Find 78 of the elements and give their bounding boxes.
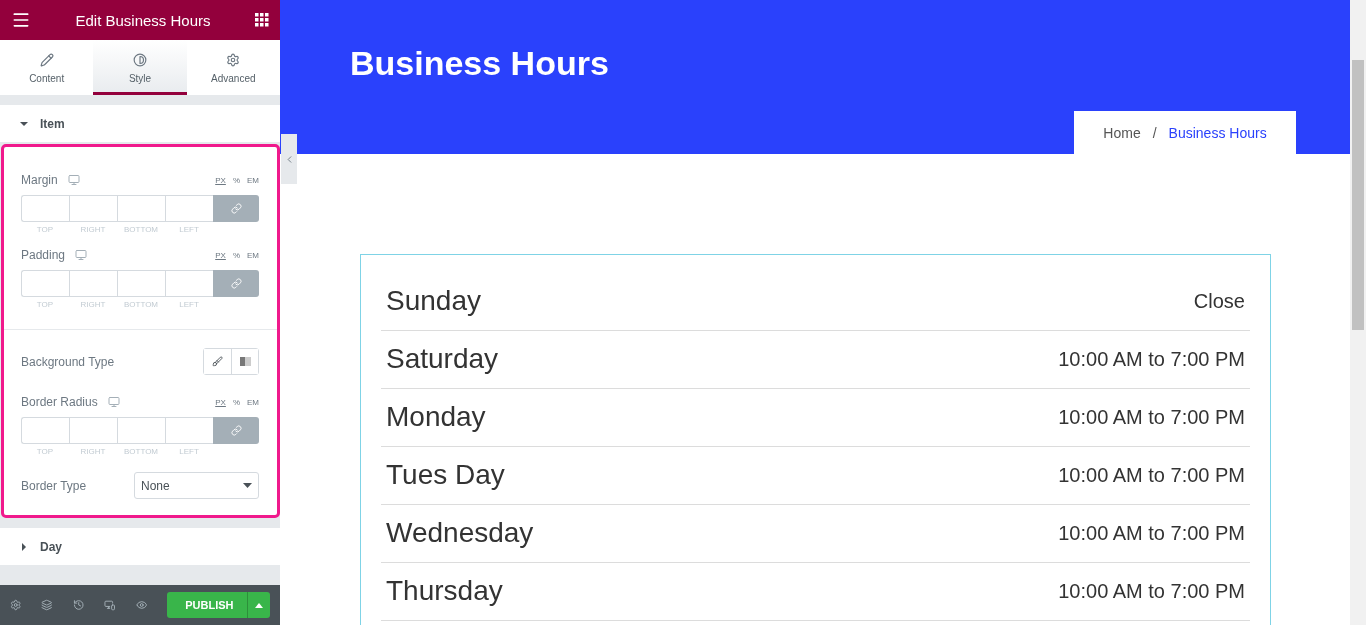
link-icon <box>230 278 242 289</box>
dimension-field[interactable] <box>117 195 165 222</box>
dimension-field[interactable] <box>69 195 117 222</box>
border-type-select[interactable]: None <box>134 472 259 499</box>
day-name: Thursday <box>386 575 503 608</box>
unit-option[interactable]: % <box>232 175 240 185</box>
section-header[interactable]: Item <box>0 105 280 142</box>
control-label: Background Type <box>21 354 115 369</box>
pencil-icon <box>39 53 54 67</box>
publish-button[interactable]: PUBLISH <box>167 592 248 618</box>
breadcrumb-link[interactable]: Home <box>1103 124 1141 141</box>
history-icon[interactable] <box>72 598 85 612</box>
opening-hours: 10:00 AM to 7:00 PM <box>1058 464 1245 487</box>
caret-icon <box>20 542 28 551</box>
unit-option[interactable]: % <box>232 250 240 260</box>
section-header[interactable]: Day <box>0 528 280 565</box>
dimension-field[interactable] <box>165 195 213 222</box>
side-label: BOTTOM <box>122 447 160 456</box>
page-title: Business Hours <box>350 44 610 83</box>
side-label: BOTTOM <box>122 225 160 234</box>
caret-icon <box>20 119 28 128</box>
side-label: BOTTOM <box>122 300 160 309</box>
day-name: Saturday <box>386 343 499 376</box>
panel-title: Edit Business Hours <box>75 11 211 29</box>
control-label: Padding <box>21 248 66 262</box>
breadcrumb-link[interactable]: Business Hours <box>1168 124 1267 141</box>
dimension-field[interactable] <box>165 417 213 444</box>
desktop-icon[interactable] <box>107 396 120 408</box>
caret-icon <box>243 483 252 488</box>
publish-options-button[interactable] <box>247 592 270 618</box>
unit-option[interactable]: PX <box>215 250 226 260</box>
dimension-field[interactable] <box>117 270 165 297</box>
unit-option[interactable]: EM <box>247 397 259 407</box>
link-button[interactable] <box>213 270 259 297</box>
brush-icon <box>212 356 223 367</box>
collapse-panel-handle[interactable] <box>281 134 297 184</box>
scrollbar[interactable] <box>1350 0 1366 625</box>
day-name: Monday <box>386 401 486 434</box>
unit-option[interactable]: EM <box>247 175 259 185</box>
opening-hours: Close <box>1193 290 1245 313</box>
preview-icon[interactable] <box>135 598 148 612</box>
link-button[interactable] <box>213 195 259 222</box>
dimension-field[interactable] <box>69 417 117 444</box>
desktop-icon[interactable] <box>67 174 80 186</box>
link-icon <box>230 425 242 436</box>
dimension-field[interactable] <box>165 270 213 297</box>
dimension-field[interactable] <box>21 417 69 444</box>
gear-icon <box>226 53 241 67</box>
day-name: Wednesday <box>386 517 534 550</box>
control-label: Border Type <box>21 478 87 493</box>
dimension-field[interactable] <box>21 195 69 222</box>
dimension-field[interactable] <box>21 270 69 297</box>
dimension-field[interactable] <box>69 270 117 297</box>
gradient-icon <box>239 357 251 366</box>
link-icon <box>230 203 242 214</box>
responsive-icon[interactable] <box>104 598 116 612</box>
contrast-icon <box>133 53 147 67</box>
unit-option[interactable]: EM <box>247 250 259 260</box>
desktop-icon[interactable] <box>75 249 88 261</box>
unit-option[interactable]: PX <box>215 397 226 407</box>
settings-icon[interactable] <box>10 598 22 612</box>
grid-icon[interactable] <box>255 13 269 27</box>
opening-hours: 10:00 AM to 7:00 PM <box>1058 522 1245 545</box>
link-button[interactable] <box>213 417 259 444</box>
unit-option[interactable]: % <box>232 397 240 407</box>
day-name: Tues Day <box>386 459 505 492</box>
layers-icon[interactable] <box>41 598 53 612</box>
opening-hours: 10:00 AM to 7:00 PM <box>1058 348 1245 371</box>
opening-hours: 10:00 AM to 7:00 PM <box>1058 580 1245 603</box>
unit-option[interactable]: PX <box>215 175 226 185</box>
caret-icon <box>255 602 264 608</box>
breadcrumb-separator: / <box>1152 124 1157 141</box>
day-name: Sunday <box>386 285 481 318</box>
dimension-field[interactable] <box>117 417 165 444</box>
opening-hours: 10:00 AM to 7:00 PM <box>1058 406 1245 429</box>
control-label: Border Radius <box>21 395 98 409</box>
control-label: Margin <box>21 173 58 187</box>
menu-icon[interactable] <box>11 10 31 30</box>
